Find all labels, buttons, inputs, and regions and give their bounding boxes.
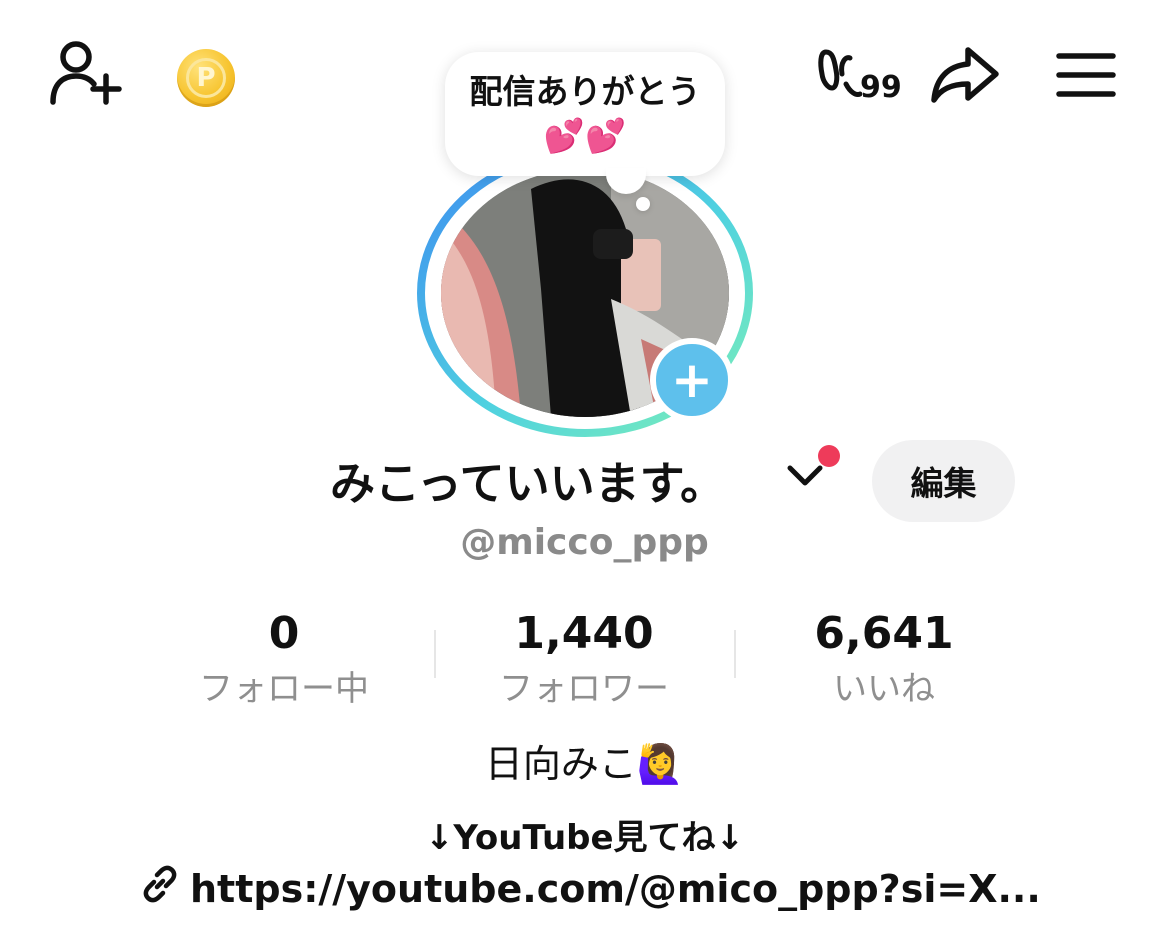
- bio-link-text: https://youtube.com/@mico_ppp?si=X...: [190, 866, 1040, 911]
- stat-following[interactable]: 0 フォロー中: [154, 608, 414, 710]
- note-bubble[interactable]: 配信ありがとう💕💕: [445, 52, 725, 176]
- display-name: みこっていいます。: [330, 457, 726, 510]
- stat-likes[interactable]: 6,641 いいね: [754, 608, 1014, 710]
- stat-followers[interactable]: 1,440 フォロワー: [454, 608, 714, 710]
- coin-icon[interactable]: P: [177, 49, 235, 107]
- add-story-button[interactable]: +: [650, 338, 734, 422]
- bio-link[interactable]: https://youtube.com/@mico_ppp?si=X...: [140, 864, 1040, 913]
- stat-followers-label: フォロワー: [499, 669, 669, 709]
- stat-divider: [734, 630, 736, 678]
- bio-line-1: 日向みこ🙋‍♀️: [484, 742, 685, 786]
- link-icon: [140, 864, 180, 913]
- add-friend-icon[interactable]: [48, 40, 122, 106]
- chevron-down-icon[interactable]: [786, 462, 824, 492]
- coin-label: P: [186, 58, 226, 98]
- bio-line-2: ↓YouTube見てね↓: [424, 818, 745, 858]
- footprints-badge-count: 99: [860, 70, 902, 105]
- username-handle: @micco_ppp: [460, 522, 709, 563]
- stat-likes-label: いいね: [833, 669, 935, 709]
- stat-followers-count: 1,440: [514, 608, 654, 659]
- share-icon[interactable]: [930, 44, 1000, 104]
- stat-following-label: フォロー中: [199, 669, 369, 709]
- edit-profile-button[interactable]: 編集: [872, 440, 1015, 522]
- notification-dot: [818, 445, 840, 467]
- stat-divider: [434, 630, 436, 678]
- stat-following-count: 0: [268, 608, 300, 659]
- stat-likes-count: 6,641: [814, 608, 954, 659]
- bubble-dot: [636, 197, 650, 211]
- menu-icon[interactable]: [1056, 52, 1116, 98]
